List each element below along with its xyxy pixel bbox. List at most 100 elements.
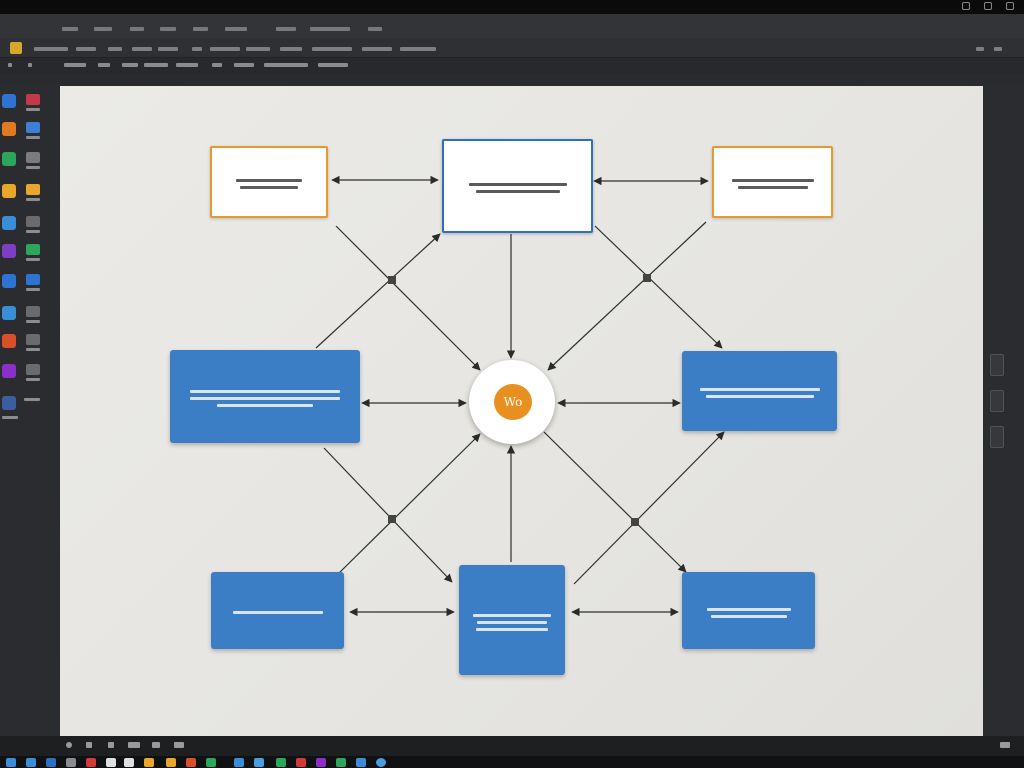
format-item[interactable]	[264, 63, 308, 67]
close-icon[interactable]	[1006, 2, 1014, 10]
diagram-node-mid-right[interactable]	[682, 351, 837, 431]
menu-item[interactable]	[310, 27, 350, 31]
taskbar-app-icon[interactable]	[254, 758, 264, 767]
app-tile-icon[interactable]	[2, 184, 16, 198]
settings-icon[interactable]	[976, 47, 984, 51]
toolbar-item[interactable]	[312, 47, 352, 51]
format-item[interactable]	[176, 63, 198, 67]
app-logo-icon[interactable]	[10, 42, 22, 54]
status-icon[interactable]	[174, 742, 184, 748]
app-tile-icon[interactable]	[2, 364, 16, 378]
start-icon[interactable]	[6, 758, 16, 767]
taskbar-app-icon[interactable]	[206, 758, 216, 767]
app-tile-icon[interactable]	[2, 396, 16, 410]
taskbar-app-icon[interactable]	[356, 758, 366, 767]
app-tile-icon[interactable]	[2, 334, 16, 348]
menu-item[interactable]	[160, 27, 176, 31]
hub-core[interactable]: Wo	[494, 384, 532, 420]
taskbar-app-icon[interactable]	[296, 758, 306, 767]
taskbar-app-icon[interactable]	[376, 758, 386, 767]
format-item[interactable]	[122, 63, 138, 67]
taskbar-app-icon[interactable]	[186, 758, 196, 767]
taskbar-app-icon[interactable]	[336, 758, 346, 767]
diagram-node-top-left[interactable]	[210, 146, 328, 218]
app-tile-icon[interactable]	[26, 334, 40, 345]
menu-item[interactable]	[368, 27, 382, 31]
app-tile-icon[interactable]	[26, 184, 40, 195]
app-tile-icon[interactable]	[26, 306, 40, 317]
format-item[interactable]	[144, 63, 168, 67]
app-tile-icon[interactable]	[26, 122, 40, 133]
format-item[interactable]	[234, 63, 254, 67]
app-tile-icon[interactable]	[2, 306, 16, 320]
panel-toggle-button[interactable]	[990, 390, 1004, 412]
app-tile-icon[interactable]	[26, 94, 40, 105]
taskbar-app-icon[interactable]	[86, 758, 96, 767]
taskbar-app-icon[interactable]	[316, 758, 326, 767]
app-tile-icon[interactable]	[26, 152, 40, 163]
app-tile-icon[interactable]	[2, 152, 16, 166]
toolbar-item[interactable]	[362, 47, 392, 51]
app-tile-icon[interactable]	[26, 244, 40, 255]
toolbar-item[interactable]	[400, 47, 436, 51]
format-item[interactable]	[28, 63, 32, 67]
app-tile-icon[interactable]	[26, 274, 40, 285]
taskbar-app-icon[interactable]	[144, 758, 154, 767]
taskbar-app-icon[interactable]	[106, 758, 116, 767]
toolbar-item[interactable]	[34, 47, 68, 51]
status-icon[interactable]	[128, 742, 140, 748]
status-icon[interactable]	[1000, 742, 1010, 748]
taskbar-app-icon[interactable]	[66, 758, 76, 767]
panel-toggle-button[interactable]	[990, 426, 1004, 448]
app-tile-icon[interactable]	[2, 94, 16, 108]
menu-item[interactable]	[62, 27, 78, 31]
taskbar-app-icon[interactable]	[46, 758, 56, 767]
menu-item[interactable]	[94, 27, 112, 31]
share-icon[interactable]	[994, 47, 1002, 51]
status-icon[interactable]	[66, 742, 72, 748]
menu-bar	[0, 14, 1024, 38]
status-icon[interactable]	[152, 742, 160, 748]
format-item[interactable]	[212, 63, 222, 67]
format-item[interactable]	[98, 63, 110, 67]
toolbar-item[interactable]	[158, 47, 178, 51]
format-item[interactable]	[8, 63, 12, 67]
app-tile-icon[interactable]	[2, 244, 16, 258]
toolbar-item[interactable]	[210, 47, 240, 51]
app-tile-icon[interactable]	[2, 274, 16, 288]
format-item[interactable]	[318, 63, 348, 67]
taskbar-app-icon[interactable]	[276, 758, 286, 767]
app-tile-icon[interactable]	[26, 216, 40, 227]
diagram-node-bottom-left[interactable]	[211, 572, 344, 649]
diagram-node-top-center[interactable]	[442, 139, 593, 233]
toolbar-item[interactable]	[108, 47, 122, 51]
minimize-icon[interactable]	[962, 2, 970, 10]
panel-toggle-button[interactable]	[990, 354, 1004, 376]
taskbar-app-icon[interactable]	[234, 758, 244, 767]
app-tile-icon[interactable]	[26, 364, 40, 375]
taskbar-app-icon[interactable]	[124, 758, 134, 767]
status-icon[interactable]	[86, 742, 92, 748]
maximize-icon[interactable]	[984, 2, 992, 10]
diagram-node-bottom-center[interactable]	[459, 565, 565, 675]
app-tile-icon[interactable]	[2, 122, 16, 136]
taskbar-app-icon[interactable]	[166, 758, 176, 767]
status-icon[interactable]	[108, 742, 114, 748]
app-tile-icon[interactable]	[2, 216, 16, 230]
diagram-node-mid-left[interactable]	[170, 350, 360, 443]
hub-label: Wo	[503, 395, 523, 409]
menu-item[interactable]	[276, 27, 296, 31]
menu-item[interactable]	[193, 27, 208, 31]
diagram-node-top-right[interactable]	[712, 146, 833, 218]
connector-arrow	[335, 433, 481, 577]
toolbar-item[interactable]	[76, 47, 96, 51]
menu-item[interactable]	[225, 27, 247, 31]
toolbar-item[interactable]	[192, 47, 202, 51]
toolbar-item[interactable]	[280, 47, 302, 51]
diagram-node-bottom-right[interactable]	[682, 572, 815, 649]
toolbar-item[interactable]	[132, 47, 152, 51]
toolbar-item[interactable]	[246, 47, 270, 51]
taskbar-app-icon[interactable]	[26, 758, 36, 767]
menu-item[interactable]	[130, 27, 144, 31]
format-item[interactable]	[64, 63, 86, 67]
